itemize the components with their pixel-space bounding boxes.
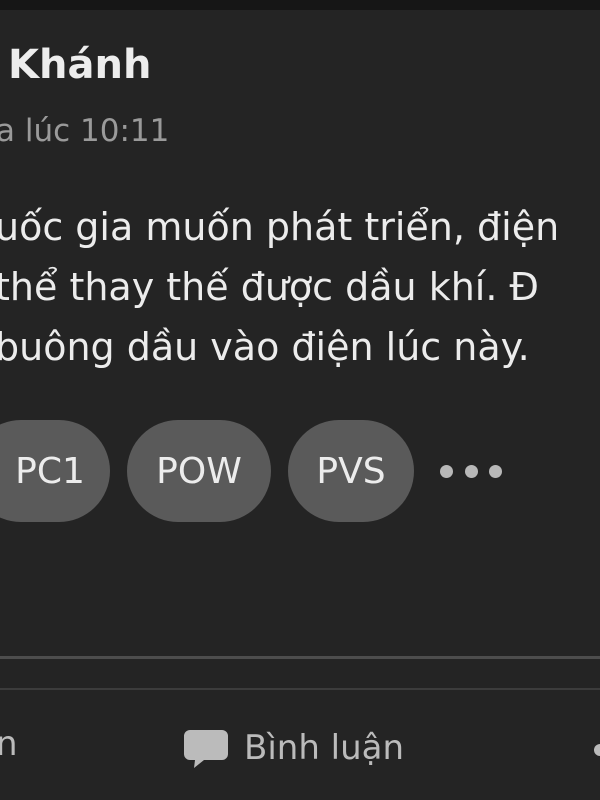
- post-body: uốc gia muốn phát triển, điện thể thay t…: [0, 197, 559, 377]
- post-timestamp[interactable]: a lúc 10:11: [0, 113, 169, 149]
- divider: [0, 688, 600, 690]
- divider: [0, 656, 600, 659]
- more-dots-icon[interactable]: [440, 451, 502, 491]
- top-bar: [0, 0, 600, 10]
- comment-label: Bình luận: [244, 728, 405, 768]
- author-name[interactable]: Khánh: [8, 42, 151, 88]
- tag-pow[interactable]: POW: [127, 420, 271, 522]
- comment-bubble-icon: [184, 730, 228, 768]
- tag-pvs[interactable]: PVS: [288, 420, 414, 522]
- post-body-line: uốc gia muốn phát triển, điện: [0, 205, 560, 249]
- share-icon[interactable]: [578, 730, 600, 770]
- tag-pc1[interactable]: PC1: [0, 420, 110, 522]
- like-button[interactable]: n: [0, 724, 18, 764]
- comment-button[interactable]: Bình luận: [182, 720, 404, 776]
- post-body-line: thể thay thế được dầu khí. Đ: [0, 265, 539, 309]
- post-body-line: buông dầu vào điện lúc này.: [0, 325, 530, 369]
